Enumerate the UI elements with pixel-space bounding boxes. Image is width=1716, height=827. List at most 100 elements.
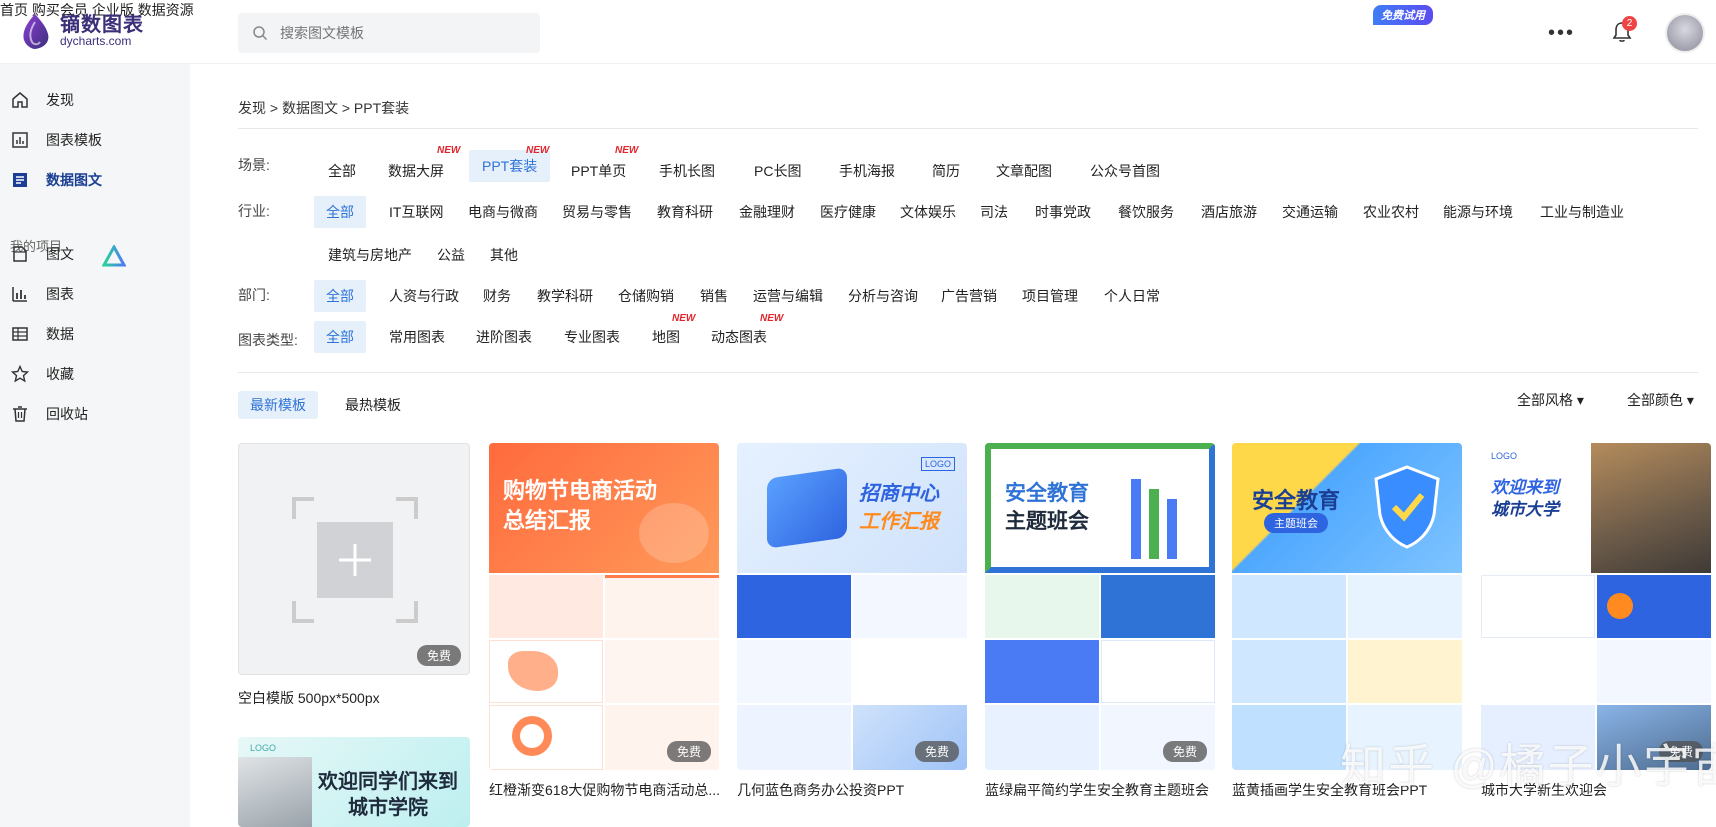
sidebar-item-trash[interactable]: 回收站 (0, 396, 190, 432)
table-icon (10, 324, 30, 344)
chip-chart-dynamic[interactable]: 动态图表 (699, 321, 779, 353)
chip-dept-finance[interactable]: 财务 (471, 280, 523, 312)
slide-thumb (1232, 640, 1346, 703)
template-card-title[interactable]: 红橙渐变618大促购物节电商活动总... (489, 780, 721, 800)
chip-industry-politics[interactable]: 时事党政 (1023, 196, 1103, 228)
search-input[interactable] (280, 25, 520, 41)
chip-industry-tourism[interactable]: 酒店旅游 (1189, 196, 1269, 228)
chip-dept-hr[interactable]: 人资与行政 (377, 280, 471, 312)
template-card[interactable]: 购物节电商活动 总结汇报 免费 (489, 443, 719, 770)
chip-scene-mobile-poster[interactable]: 手机海报 (827, 155, 907, 187)
sidebar-item-charts[interactable]: 图表 (0, 276, 190, 312)
slide-thumb (605, 575, 719, 638)
blank-template-title[interactable]: 空白模版 500px*500px (238, 688, 380, 708)
chip-scene-ppt-single[interactable]: PPT单页 (559, 155, 638, 187)
chip-dept-operations[interactable]: 运营与编辑 (741, 280, 835, 312)
chip-industry-other[interactable]: 其他 (478, 239, 530, 271)
chip-industry-manufacturing[interactable]: 工业与制造业 (1528, 196, 1636, 228)
sidebar-item-label: 数据图文 (46, 172, 102, 188)
chip-dept-project[interactable]: 项目管理 (1010, 280, 1090, 312)
template-card[interactable]: 安全教育 主题班会 免费 (985, 443, 1215, 770)
sidebar-item-label: 图表模板 (46, 132, 102, 148)
card-cover-subtitle: 主题班会 (1005, 510, 1089, 533)
plus-icon (339, 544, 371, 576)
chip-industry-agriculture[interactable]: 农业农村 (1351, 196, 1431, 228)
color-dropdown[interactable]: 全部颜色 ▾ (1627, 386, 1694, 414)
chip-dept-personal[interactable]: 个人日常 (1092, 280, 1172, 312)
chip-dept-warehouse[interactable]: 仓储购销 (606, 280, 686, 312)
chip-chart-all[interactable]: 全部 (314, 321, 366, 353)
search-box[interactable] (238, 13, 540, 53)
chip-dept-analysis[interactable]: 分析与咨询 (836, 280, 930, 312)
chip-scene-all[interactable]: 全部 (316, 155, 368, 187)
chip-scene-article[interactable]: 文章配图 (984, 155, 1064, 187)
new-tag: NEW (672, 313, 696, 324)
chip-industry-charity[interactable]: 公益 (425, 239, 477, 271)
slide-thumb (853, 575, 967, 638)
avatar[interactable] (1665, 13, 1705, 53)
card-cover: 购物节电商活动 总结汇报 (489, 443, 719, 573)
chip-dept-teaching[interactable]: 教学科研 (525, 280, 605, 312)
template-card[interactable]: LOGO 招商中心 工作汇报 免费 (737, 443, 967, 770)
card-cover-title: 购物节电商活动 (503, 478, 658, 503)
brand-logo[interactable]: 镝数图表 dycharts.com (18, 12, 144, 50)
filter-label-chart-type: 图表类型: (238, 332, 298, 348)
chip-industry-energy[interactable]: 能源与环境 (1431, 196, 1525, 228)
decor-panel (767, 467, 847, 549)
chip-chart-map[interactable]: 地图 (640, 321, 692, 353)
brand-name: 镝数图表 (60, 12, 144, 37)
more-menu-button[interactable]: ••• (1548, 22, 1575, 45)
chip-industry-construction[interactable]: 建筑与房地产 (316, 239, 424, 271)
breadcrumb[interactable]: 发现 > 数据图文 > PPT套装 (238, 98, 409, 118)
new-tag: NEW (526, 145, 550, 156)
chip-dept-advertising[interactable]: 广告营销 (929, 280, 1009, 312)
sidebar-item-data[interactable]: 数据 (0, 316, 190, 352)
sidebar: 发现 图表模板 数据图文 我的项目 图文 图表 数据 收藏 回收站 (0, 64, 190, 827)
chip-industry-finance[interactable]: 金融理财 (727, 196, 807, 228)
sidebar-item-data-graphics[interactable]: 数据图文 (0, 162, 190, 198)
sidebar-item-label: 数据 (46, 326, 74, 342)
slide-thumb (1101, 575, 1215, 638)
chip-industry-transport[interactable]: 交通运输 (1270, 196, 1350, 228)
chip-industry-it[interactable]: IT互联网 (377, 196, 455, 228)
blank-template-card[interactable]: 免费 (238, 443, 470, 675)
template-card[interactable]: 安全教育 主题班会 (1232, 443, 1462, 770)
chip-industry-medical[interactable]: 医疗健康 (808, 196, 888, 228)
nav-data-resources[interactable]: 数据资源 (138, 2, 194, 18)
chip-industry-all[interactable]: 全部 (314, 196, 366, 228)
chip-dept-all[interactable]: 全部 (314, 280, 366, 312)
sidebar-item-chart-templates[interactable]: 图表模板 (0, 122, 190, 158)
style-dropdown[interactable]: 全部风格 ▾ (1517, 386, 1584, 414)
chip-industry-catering[interactable]: 餐饮服务 (1106, 196, 1186, 228)
template-card-title[interactable]: 几何蓝色商务办公投资PPT (737, 780, 969, 800)
sidebar-item-discover[interactable]: 发现 (0, 82, 190, 118)
filter-label-scene: 场景: (238, 157, 270, 173)
sidebar-item-favorites[interactable]: 收藏 (0, 356, 190, 392)
sidebar-item-graphics[interactable]: 图文 (0, 236, 190, 272)
chip-scene-resume[interactable]: 简历 (920, 155, 972, 187)
chip-industry-trade[interactable]: 贸易与零售 (550, 196, 644, 228)
template-card-title[interactable]: 蓝绿扁平简约学生安全教育主题班会 (985, 780, 1217, 800)
chip-industry-ecommerce[interactable]: 电商与微商 (456, 196, 550, 228)
chip-scene-dashboard[interactable]: 数据大屏 (376, 155, 456, 187)
slide-thumb (1348, 575, 1462, 638)
chip-industry-education[interactable]: 教育科研 (645, 196, 725, 228)
tab-latest[interactable]: 最新模板 (238, 391, 318, 419)
chip-dept-sales[interactable]: 销售 (688, 280, 740, 312)
chip-industry-culture[interactable]: 文体娱乐 (888, 196, 968, 228)
card-logo: LOGO (1491, 451, 1518, 461)
slide-thumb (853, 640, 967, 703)
chip-scene-pc-long[interactable]: PC长图 (742, 155, 813, 187)
chip-scene-cover[interactable]: 公众号首图 (1078, 155, 1172, 187)
chip-chart-professional[interactable]: 专业图表 (552, 321, 632, 353)
logo-mark-icon (23, 14, 49, 49)
chip-industry-judicial[interactable]: 司法 (968, 196, 1020, 228)
tab-hottest[interactable]: 最热模板 (333, 391, 413, 419)
slide-thumb (1481, 640, 1595, 703)
slide-thumb (605, 640, 719, 703)
chip-scene-mobile-long[interactable]: 手机长图 (647, 155, 727, 187)
template-card-partial[interactable]: LOGO 欢迎同学们来到 城市学院 (238, 737, 470, 827)
chip-chart-advanced[interactable]: 进阶图表 (464, 321, 544, 353)
template-card[interactable]: LOGO 欢迎来到 城市大学 免费 (1481, 443, 1711, 770)
chip-chart-common[interactable]: 常用图表 (377, 321, 457, 353)
